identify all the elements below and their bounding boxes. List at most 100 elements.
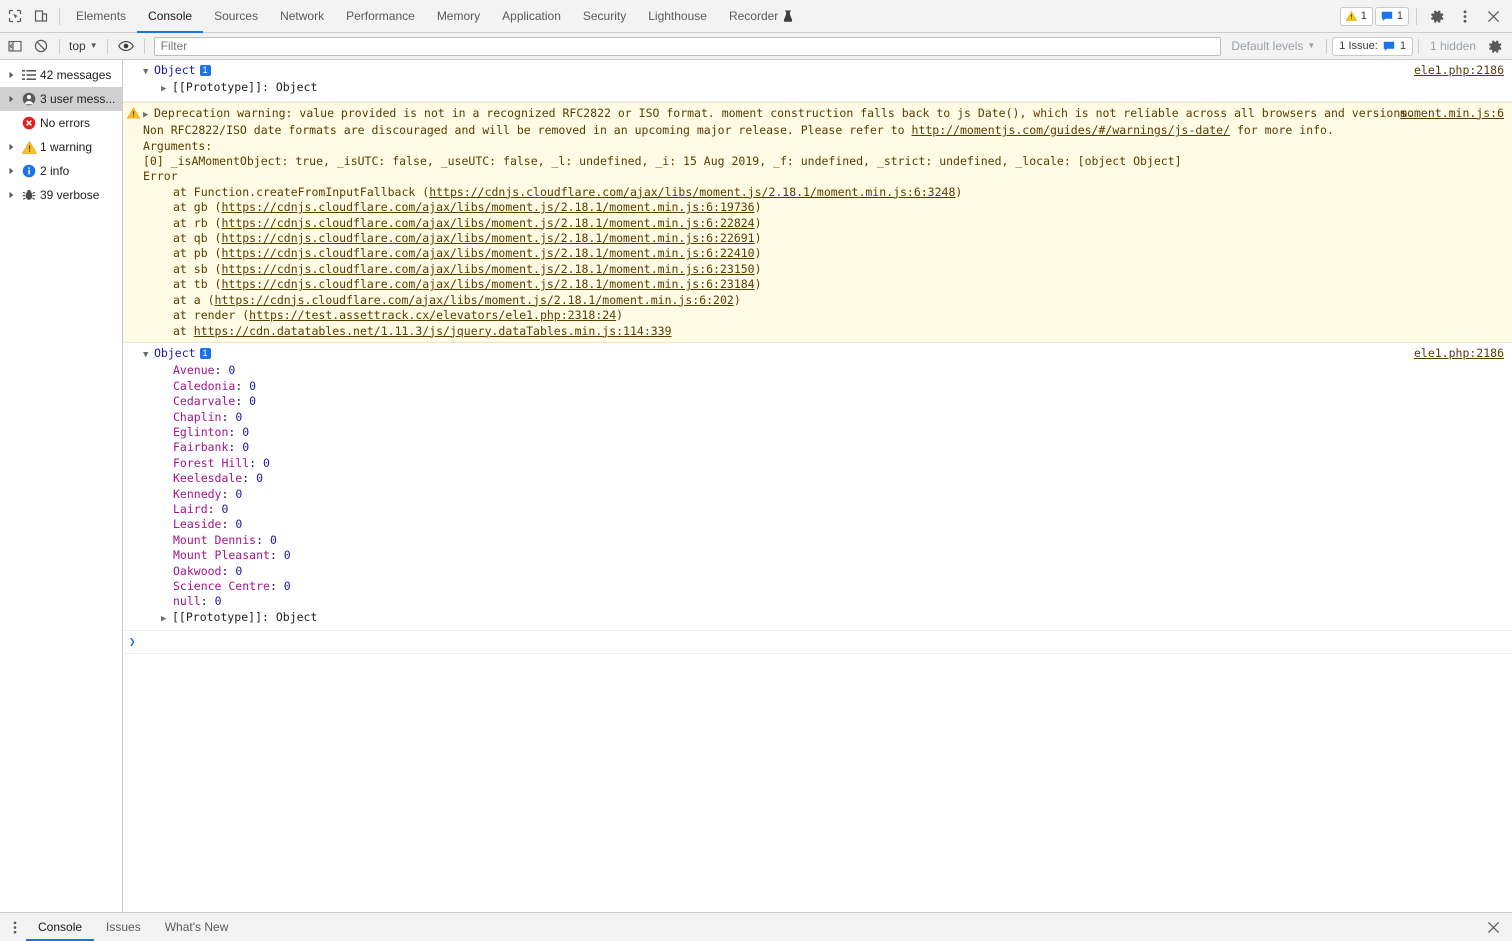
- drawer-tab-console[interactable]: Console: [26, 913, 95, 941]
- stack-suffix: ): [754, 261, 762, 276]
- error-icon: [18, 116, 40, 130]
- tab-console[interactable]: Console: [137, 0, 204, 33]
- chevron-right-icon[interactable]: [4, 143, 18, 151]
- property-key: Forest Hill: [173, 455, 250, 470]
- stack-link[interactable]: https://cdnjs.cloudflare.com/ajax/libs/m…: [221, 216, 754, 230]
- speech-bubble-icon: [1381, 11, 1393, 21]
- object-property[interactable]: Kennedy: 0: [143, 487, 242, 502]
- chevron-right-icon[interactable]: [4, 71, 18, 79]
- message-body: ▶ Deprecation warning: value provided is …: [143, 106, 1512, 339]
- disclosure-triangle-down-icon[interactable]: ▼: [143, 348, 154, 363]
- stack-link[interactable]: https://cdnjs.cloudflare.com/ajax/libs/m…: [221, 262, 754, 276]
- object-property[interactable]: Mount Dennis: 0: [143, 533, 277, 548]
- sidebar-item-user-messages[interactable]: 3 user mess...: [0, 87, 122, 111]
- clear-console-icon[interactable]: [28, 35, 54, 57]
- object-property[interactable]: Eglinton: 0: [143, 425, 249, 440]
- object-property[interactable]: Laird: 0: [143, 502, 228, 517]
- gear-icon[interactable]: [1424, 3, 1450, 29]
- stack-prefix: at sb (: [173, 261, 222, 276]
- tab-network[interactable]: Network: [269, 0, 335, 33]
- stack-link[interactable]: https://cdnjs.cloudflare.com/ajax/libs/m…: [221, 246, 754, 260]
- prototype-label[interactable]: [[Prototype]]: Object: [172, 80, 317, 94]
- object-label[interactable]: Object: [154, 63, 196, 77]
- object-property[interactable]: Science Centre: 0: [143, 579, 291, 594]
- drawer-more-options-kebab-icon[interactable]: [4, 915, 26, 939]
- console-message-deprecation-warning[interactable]: ▶ Deprecation warning: value provided is …: [123, 101, 1512, 343]
- console-message-list[interactable]: ▼ Object 1 ▶ [[Prototype]]: Object ele1.php:…: [123, 60, 1512, 912]
- object-info-badge[interactable]: 1: [199, 65, 211, 76]
- object-property[interactable]: Chaplin: 0: [143, 410, 242, 425]
- tab-recorder[interactable]: Recorder: [718, 0, 804, 33]
- log-levels-selector[interactable]: Default levels ▼: [1225, 36, 1321, 56]
- more-options-kebab-icon[interactable]: [1452, 3, 1478, 29]
- object-property[interactable]: Fairbank: 0: [143, 440, 249, 455]
- stack-link[interactable]: https://cdnjs.cloudflare.com/ajax/libs/m…: [221, 200, 754, 214]
- object-label[interactable]: Object: [154, 346, 196, 360]
- issues-counter-badge[interactable]: 1 Issue: 1: [1332, 36, 1413, 56]
- stack-link[interactable]: https://test.assettrack.cx/elevators/ele…: [249, 308, 616, 322]
- console-sidebar-toggle-icon[interactable]: [2, 35, 28, 57]
- object-property[interactable]: null: 0: [143, 594, 222, 609]
- sidebar-item-verbose[interactable]: 39 verbose: [0, 183, 122, 207]
- object-property[interactable]: Mount Pleasant: 0: [143, 548, 291, 563]
- disclosure-triangle-right-icon[interactable]: ▶: [161, 612, 172, 627]
- device-toolbar-icon[interactable]: [28, 3, 54, 29]
- stack-prefix: at gb (: [173, 200, 222, 215]
- close-drawer-icon[interactable]: [1482, 915, 1504, 939]
- drawer-tab-issues[interactable]: Issues: [94, 913, 153, 941]
- tab-sources[interactable]: Sources: [203, 0, 269, 33]
- message-count-badge[interactable]: 1: [1374, 6, 1409, 26]
- sidebar-item-info[interactable]: 2 info: [0, 159, 122, 183]
- disclosure-triangle-right-icon[interactable]: ▶: [143, 108, 154, 123]
- property-key: Cedarvale: [173, 394, 236, 409]
- console-message-object-1[interactable]: ▼ Object 1 ▶ [[Prototype]]: Object ele1.php:…: [123, 60, 1512, 102]
- chevron-right-icon[interactable]: [4, 167, 18, 175]
- stack-link[interactable]: https://cdnjs.cloudflare.com/ajax/libs/m…: [429, 185, 955, 199]
- tab-security[interactable]: Security: [572, 0, 637, 33]
- tab-performance[interactable]: Performance: [335, 0, 426, 33]
- disclosure-triangle-down-icon[interactable]: ▼: [143, 65, 154, 80]
- stack-link[interactable]: https://cdnjs.cloudflare.com/ajax/libs/m…: [215, 293, 734, 307]
- chevron-right-icon[interactable]: [4, 191, 18, 199]
- disclosure-triangle-right-icon[interactable]: ▶: [161, 82, 172, 97]
- warning-line-2-a: Non RFC2822/ISO date formats are discour…: [143, 123, 912, 138]
- object-property[interactable]: Keelesdale: 0: [143, 471, 263, 486]
- sidebar-item-errors[interactable]: No errors: [0, 111, 122, 135]
- object-property[interactable]: Avenue: 0: [143, 363, 235, 378]
- execution-context-selector[interactable]: top ▼: [65, 36, 102, 56]
- sidebar-item-messages[interactable]: 42 messages: [0, 63, 122, 87]
- source-link[interactable]: moment.min.js:6: [1400, 106, 1504, 121]
- object-info-badge[interactable]: 1: [199, 347, 211, 359]
- console-settings-gear-icon[interactable]: [1482, 35, 1508, 57]
- tab-memory[interactable]: Memory: [426, 0, 491, 33]
- sidebar-item-warnings[interactable]: 1 warning: [0, 135, 122, 159]
- tab-lighthouse[interactable]: Lighthouse: [637, 0, 718, 33]
- close-devtools-icon[interactable]: [1480, 3, 1506, 29]
- stack-prefix: at qb (: [173, 231, 222, 246]
- console-prompt[interactable]: ❯: [123, 631, 1512, 654]
- live-expression-icon[interactable]: [113, 35, 139, 57]
- console-filter-input[interactable]: [153, 36, 1222, 56]
- momentjs-guide-link[interactable]: http://momentjs.com/guides/#/warnings/js…: [912, 123, 1231, 137]
- tab-label: Security: [582, 9, 627, 23]
- object-property[interactable]: Caledonia: 0: [143, 379, 256, 394]
- drawer-tab-whats-new[interactable]: What's New: [153, 913, 241, 941]
- property-colon: :: [214, 363, 229, 378]
- chevron-right-icon[interactable]: [4, 95, 18, 103]
- tab-application[interactable]: Application: [491, 0, 572, 33]
- inspect-element-icon[interactable]: [2, 3, 28, 29]
- object-property[interactable]: Oakwood: 0: [143, 564, 242, 579]
- stack-link[interactable]: https://cdn.datatables.net/1.11.3/js/jqu…: [194, 324, 672, 338]
- prototype-label[interactable]: [[Prototype]]: Object: [172, 610, 317, 624]
- source-link[interactable]: ele1.php:2186: [1414, 346, 1504, 361]
- tab-elements[interactable]: Elements: [65, 0, 137, 33]
- source-link[interactable]: ele1.php:2186: [1414, 63, 1504, 78]
- console-message-object-2[interactable]: ▼ Object 1 Avenue: 0 Caledonia: 0 Cedarvale: …: [123, 343, 1512, 632]
- warning-count-badge[interactable]: 1: [1339, 6, 1373, 26]
- hidden-messages-count: 1 hidden: [1429, 39, 1476, 53]
- object-property[interactable]: Cedarvale: 0: [143, 394, 256, 409]
- stack-link[interactable]: https://cdnjs.cloudflare.com/ajax/libs/m…: [221, 231, 754, 245]
- object-property[interactable]: Leaside: 0: [143, 517, 242, 532]
- stack-link[interactable]: https://cdnjs.cloudflare.com/ajax/libs/m…: [221, 277, 754, 291]
- object-property[interactable]: Forest Hill: 0: [143, 456, 270, 471]
